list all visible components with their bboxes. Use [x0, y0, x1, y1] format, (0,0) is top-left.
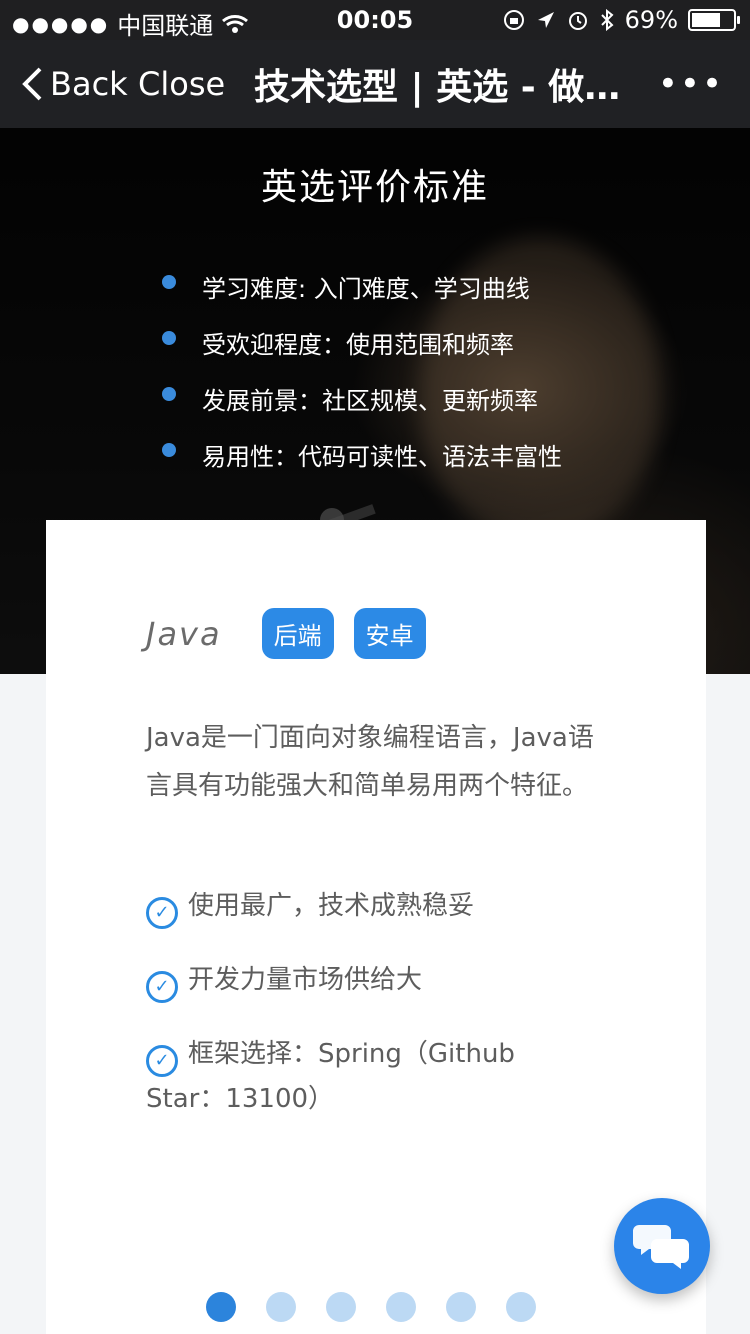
- more-button[interactable]: •••: [658, 64, 724, 104]
- page-dot[interactable]: [266, 1292, 296, 1322]
- language-header: Java 后端 安卓: [146, 608, 446, 659]
- criteria-text: 学习难度: 入门难度、学习曲线: [202, 274, 530, 303]
- rotation-lock-icon: [503, 10, 524, 30]
- check-circle-icon: ✓: [146, 1045, 178, 1077]
- status-right: 69%: [503, 6, 740, 34]
- battery-icon: [688, 9, 740, 31]
- page-dot[interactable]: [326, 1292, 356, 1322]
- language-description: Java是一门面向对象编程语言，Java语言具有功能强大和简单易用两个特征。: [146, 723, 594, 801]
- check-circle-icon: ✓: [146, 971, 178, 1003]
- bluetooth-icon: [600, 9, 614, 31]
- chevron-left-icon: [22, 67, 42, 101]
- criteria-item: 发展前景：社区规模、更新频率: [162, 370, 562, 426]
- battery-percentage: 69%: [624, 6, 678, 34]
- location-icon: [537, 12, 554, 28]
- criteria-item: 受欢迎程度：使用范围和频率: [162, 314, 562, 370]
- criteria-text: 受欢迎程度：使用范围和频率: [202, 330, 514, 359]
- page-dot[interactable]: [386, 1292, 416, 1322]
- criteria-text: 易用性：代码可读性、语法丰富性: [202, 442, 562, 471]
- criteria-text: 发展前景：社区规模、更新频率: [202, 386, 538, 415]
- back-button[interactable]: Back: [22, 65, 128, 103]
- status-bar: ●●●●● 中国联通 00:05 69%: [0, 0, 750, 40]
- criteria-item: 学习难度: 入门难度、学习曲线: [162, 258, 562, 314]
- bullet-dot-icon: [162, 275, 176, 289]
- battery-cap: [737, 16, 740, 24]
- bullet-dot-icon: [162, 387, 176, 401]
- chat-button[interactable]: [614, 1198, 710, 1294]
- criteria-item: 易用性：代码可读性、语法丰富性: [162, 426, 562, 482]
- page-dot[interactable]: [446, 1292, 476, 1322]
- page-dot[interactable]: [506, 1292, 536, 1322]
- chat-bubbles-icon: [633, 1225, 689, 1269]
- feature-text: 开发力量市场供给大: [188, 965, 423, 995]
- battery-level: [692, 13, 720, 27]
- feature-item: ✓ 开发力量市场供给大: [146, 958, 566, 1003]
- hero-title: 英选评价标准: [260, 167, 489, 208]
- back-label: Back: [50, 65, 128, 103]
- alarm-icon: [568, 12, 587, 30]
- feature-text: 框架选择：Spring（Github Star：13100）: [146, 1039, 515, 1114]
- language-name: Java: [146, 614, 222, 653]
- feature-item: ✓ 使用最广，技术成熟稳妥: [146, 884, 566, 929]
- bullet-dot-icon: [162, 443, 176, 457]
- feature-text: 使用最广，技术成熟稳妥: [188, 891, 475, 921]
- language-card[interactable]: Java 后端 安卓 Java是一门面向对象编程语言，Java语言具有功能强大和…: [46, 520, 706, 1334]
- page-indicator: [206, 1292, 536, 1322]
- navigation-bar: Back Close 技术选型 | 英选 - 做真... •••: [0, 40, 750, 128]
- tag-android: 安卓: [353, 608, 426, 659]
- check-circle-icon: ✓: [146, 897, 178, 929]
- page-dot[interactable]: [206, 1292, 236, 1322]
- bullet-dot-icon: [162, 331, 176, 345]
- page-title: 技术选型 | 英选 - 做真...: [254, 67, 654, 108]
- close-button[interactable]: Close: [138, 65, 225, 103]
- tag-backend: 后端: [261, 608, 334, 659]
- criteria-list: 学习难度: 入门难度、学习曲线 受欢迎程度：使用范围和频率 发展前景：社区规模、…: [162, 258, 562, 482]
- feature-item: ✓ 框架选择：Spring（Github Star：13100）: [146, 1032, 566, 1121]
